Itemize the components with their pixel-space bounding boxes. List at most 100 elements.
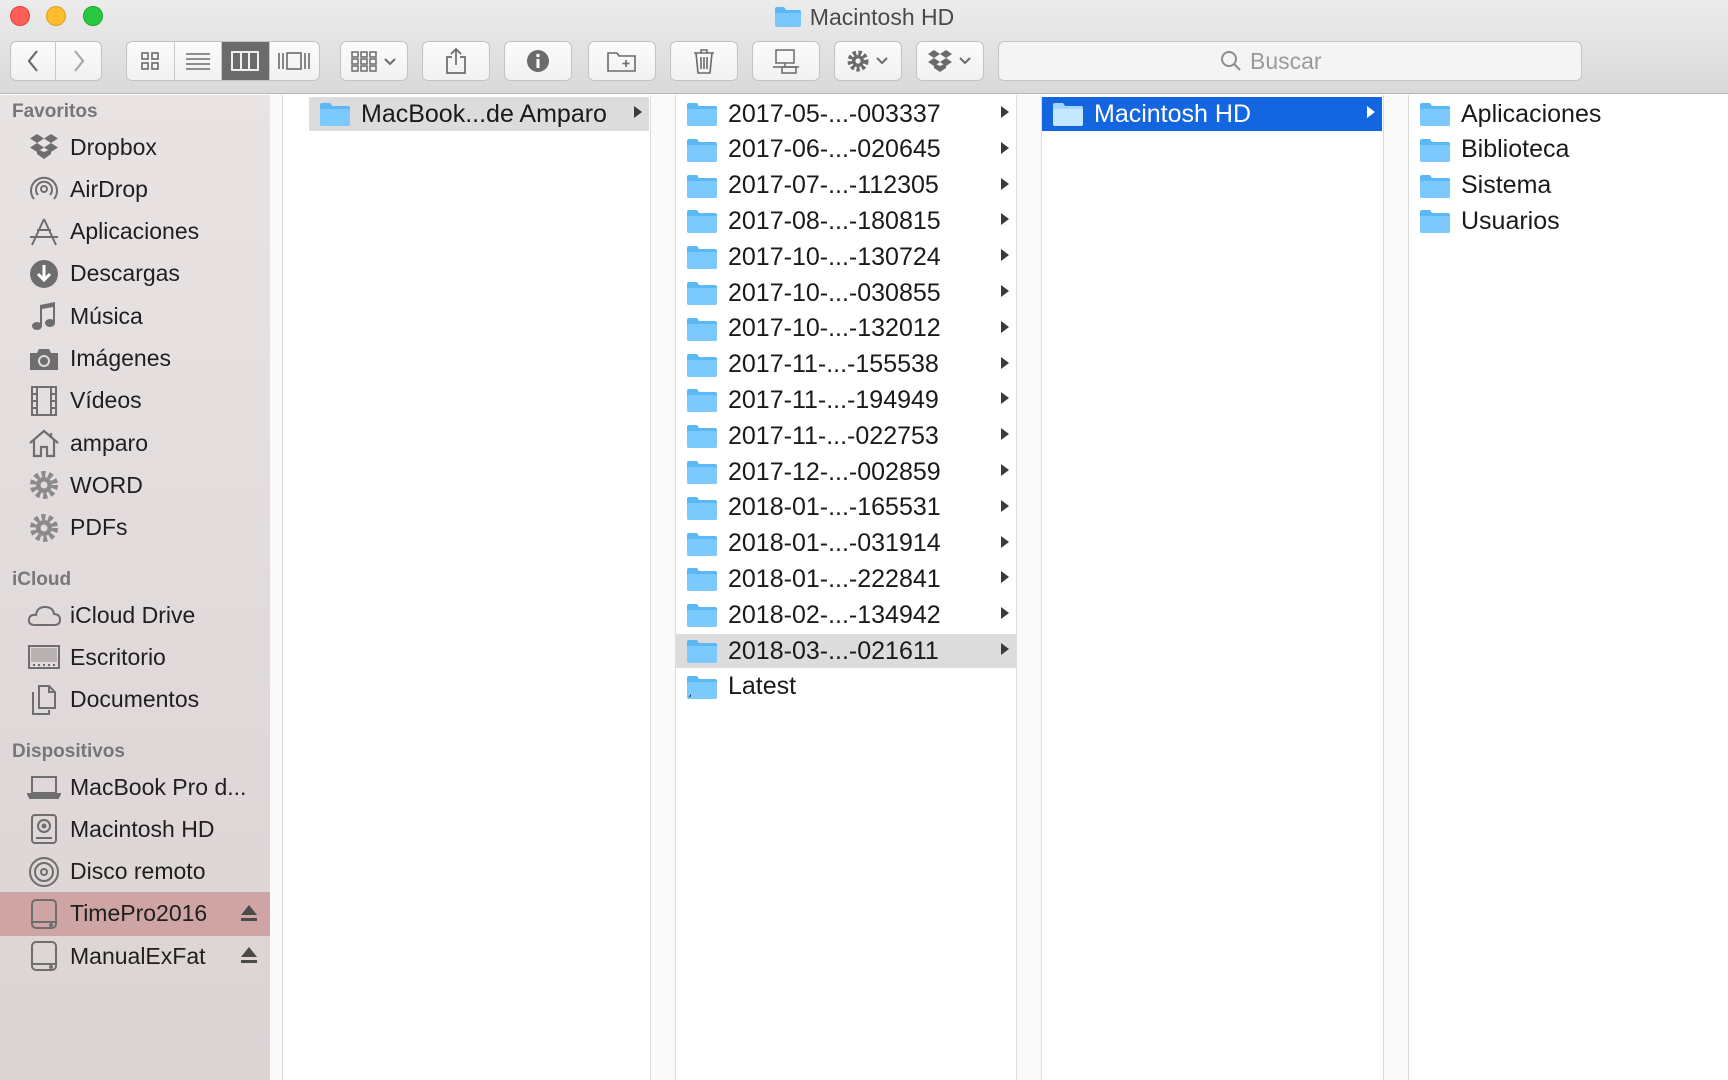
sidebar-item-música[interactable]: Música	[0, 294, 270, 338]
sidebar-item-macbook-pro-d-[interactable]: MacBook Pro d...	[0, 765, 270, 809]
folder-row[interactable]: Biblioteca	[1409, 133, 1709, 167]
folder-row[interactable]: 2018-03-...-021611	[676, 634, 1016, 668]
column-divider[interactable]	[1041, 95, 1042, 1080]
disclosure-arrow-icon	[1001, 464, 1009, 476]
folder-name: 2017-11-...-155538	[728, 350, 939, 379]
list-view-button[interactable]	[175, 42, 223, 80]
new-folder-button[interactable]	[588, 41, 656, 81]
sidebar-item-dropbox[interactable]: Dropbox	[0, 125, 270, 169]
dropbox-icon	[928, 50, 971, 72]
folder-icon	[686, 173, 728, 199]
icon-view-button[interactable]	[127, 42, 175, 80]
back-button[interactable]	[11, 42, 57, 80]
trash-button[interactable]	[670, 41, 738, 81]
folder-row[interactable]: 2017-06-...-020645	[676, 133, 1016, 167]
desktop-icon	[26, 641, 62, 673]
share-button[interactable]	[422, 41, 490, 81]
eject-button[interactable]	[240, 903, 258, 930]
column-divider[interactable]	[1408, 95, 1409, 1080]
sidebar-item-documentos[interactable]: Documentos	[0, 678, 270, 722]
sidebar-item-airdrop[interactable]: AirDrop	[0, 167, 270, 211]
disclosure-arrow-icon	[1001, 106, 1009, 118]
eject-icon[interactable]	[240, 904, 258, 924]
folder-row[interactable]: 2017-10-...-132012	[676, 312, 1016, 346]
sidebar-item-word[interactable]: WORD	[0, 463, 270, 507]
folder-row[interactable]: 2017-05-...-003337	[676, 97, 1016, 131]
sidebar-item-vídeos[interactable]: Vídeos	[0, 379, 270, 423]
folder-row[interactable]: 2017-11-...-155538	[676, 348, 1016, 382]
window-title-bar: Macintosh HD	[0, 3, 1728, 31]
sidebar: Favoritos Dropbox AirDrop Aplicaciones Desca…	[0, 95, 270, 1080]
folder-row[interactable]: 2017-08-...-180815	[676, 204, 1016, 238]
cover-flow-button[interactable]	[270, 42, 319, 80]
search-input[interactable]	[1250, 47, 1360, 75]
folder-row[interactable]: 2017-11-...-194949	[676, 383, 1016, 417]
sidebar-item-pdfs[interactable]: PDFs	[0, 506, 270, 550]
disc-icon	[26, 856, 62, 888]
sidebar-item-manualexfat[interactable]: ManualExFat	[0, 934, 270, 978]
folder-row[interactable]: 2017-10-...-030855	[676, 276, 1016, 310]
folder-icon	[1052, 101, 1094, 127]
folder-name: 2018-01-...-222841	[728, 564, 941, 593]
disclosure-arrow-icon	[1001, 571, 1009, 584]
folder-row[interactable]: Usuarios	[1409, 204, 1709, 238]
sidebar-item-descargas[interactable]: Descargas	[0, 252, 270, 296]
folder-row[interactable]: 2018-01-...-031914	[676, 527, 1016, 561]
folder-icon	[686, 638, 728, 664]
folder-icon	[686, 423, 728, 449]
gear-icon	[847, 50, 888, 72]
sidebar-item-imágenes[interactable]: Imágenes	[0, 337, 270, 381]
film-icon	[26, 385, 62, 417]
folder-row[interactable]: Macintosh HD	[1042, 97, 1382, 131]
sidebar-item-icloud-drive[interactable]: iCloud Drive	[0, 593, 270, 637]
airdrop-icon	[26, 173, 62, 205]
arrange-button[interactable]	[340, 41, 408, 81]
folder-row[interactable]: 2017-11-...-022753	[676, 419, 1016, 453]
column-view-button[interactable]	[222, 42, 270, 80]
dropbox-menu-button[interactable]	[916, 41, 984, 81]
folder-row[interactable]: 2017-12-...-002859	[676, 455, 1016, 489]
folder-row[interactable]: 2018-01-...-222841	[676, 562, 1016, 596]
folder-name: 2017-05-...-003337	[728, 99, 941, 128]
folder-row[interactable]: 2018-02-...-134942	[676, 598, 1016, 632]
action-menu-button[interactable]	[834, 41, 902, 81]
disclosure-arrow-icon	[1001, 356, 1009, 369]
column-divider[interactable]	[282, 95, 283, 1080]
connect-server-button[interactable]	[752, 41, 820, 81]
sidebar-item-label: Aplicaciones	[70, 218, 200, 245]
search-field[interactable]	[998, 41, 1582, 81]
disclosure-arrow-icon	[1367, 106, 1375, 118]
sidebar-item-label: WORD	[70, 471, 143, 498]
folder-row[interactable]: 2017-07-...-112305	[676, 169, 1016, 203]
disclosure-arrow-icon	[634, 106, 642, 118]
gear-folder-icon	[26, 512, 62, 544]
folder-row[interactable]: Aplicaciones	[1409, 97, 1709, 131]
applications-icon	[26, 216, 62, 248]
folder-icon	[686, 352, 728, 378]
folder-name: 2017-12-...-002859	[728, 457, 941, 486]
folder-row[interactable]: 2017-10-...-130724	[676, 240, 1016, 274]
folder-row[interactable]: Latest	[676, 670, 1016, 704]
sidebar-item-label: Disco remoto	[70, 858, 206, 885]
sidebar-item-label: Imágenes	[70, 345, 172, 371]
harddisk-icon	[26, 813, 62, 845]
sidebar-item-amparo[interactable]: amparo	[0, 421, 270, 465]
folder-row[interactable]: 2018-01-...-165531	[676, 491, 1016, 525]
eject-icon[interactable]	[240, 946, 258, 966]
disclosure-arrow-icon	[1001, 428, 1009, 441]
sidebar-item-disco-remoto[interactable]: Disco remoto	[0, 850, 270, 894]
folder-row[interactable]: Sistema	[1409, 169, 1709, 203]
eject-button[interactable]	[240, 945, 258, 972]
forward-button[interactable]	[56, 42, 101, 80]
sidebar-item-escritorio[interactable]: Escritorio	[0, 635, 270, 679]
get-info-button[interactable]	[504, 41, 572, 81]
sidebar-item-label: ManualExFat	[70, 942, 206, 969]
sidebar-item-aplicaciones[interactable]: Aplicaciones	[0, 210, 270, 254]
folder-icon	[686, 459, 728, 485]
disclosure-arrow-icon	[1001, 392, 1009, 405]
sidebar-item-timepro2016[interactable]: TimePro2016	[0, 891, 270, 936]
sidebar-item-macintosh-hd[interactable]: Macintosh HD	[0, 807, 270, 851]
sidebar-item-label: Escritorio	[70, 643, 166, 670]
disclosure-arrow-icon	[1001, 499, 1009, 512]
folder-row[interactable]: MacBook...de Amparo	[309, 97, 649, 131]
